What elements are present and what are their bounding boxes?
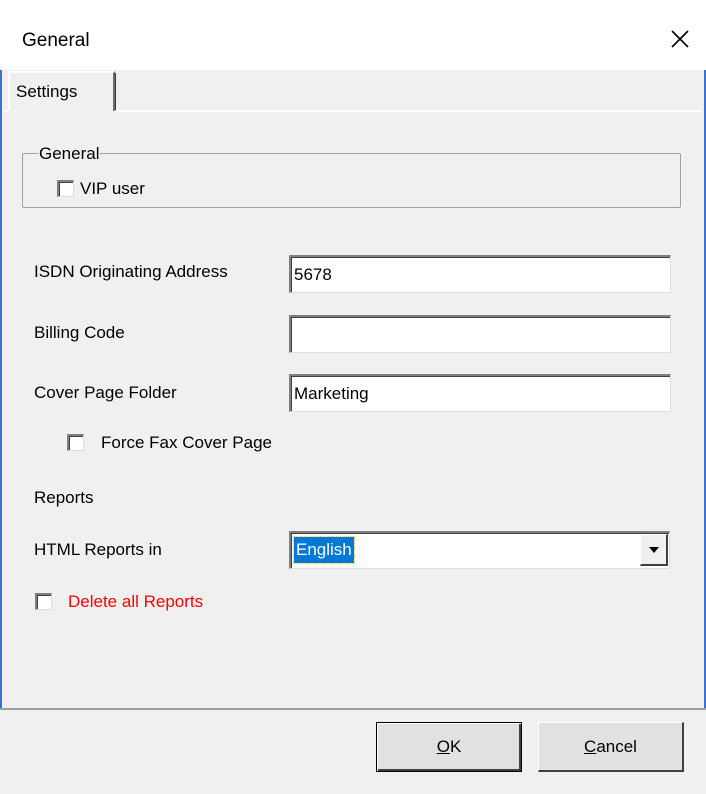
cover-page-folder-field[interactable]: Marketing: [289, 374, 671, 412]
selected-language: English: [293, 536, 355, 564]
dropdown-button[interactable]: [640, 534, 668, 566]
force-cover-page-label[interactable]: Force Fax Cover Page: [101, 433, 272, 453]
ok-mnemonic: O: [436, 737, 450, 756]
window-title: General: [22, 30, 90, 51]
button-bar-divider: [0, 708, 706, 710]
close-icon: [671, 30, 689, 48]
ok-button[interactable]: OK: [376, 722, 522, 772]
vip-user-label[interactable]: VIP user: [80, 179, 145, 199]
tab-settings-label: Settings: [16, 82, 78, 101]
delete-all-reports-label[interactable]: Delete all Reports: [68, 592, 203, 612]
isdn-label: ISDN Originating Address: [34, 262, 228, 281]
cover-page-folder-value: Marketing: [294, 383, 369, 403]
cancel-mnemonic: C: [584, 736, 597, 756]
title-bar: General: [0, 0, 706, 70]
billing-code-field[interactable]: [289, 315, 671, 353]
cancel-button[interactable]: Cancel: [538, 722, 684, 772]
ok-label-rest: K: [449, 737, 462, 756]
billing-code-label: Billing Code: [34, 323, 125, 342]
isdn-field[interactable]: 5678: [289, 255, 671, 293]
close-button[interactable]: [654, 14, 706, 64]
chevron-down-icon: [648, 546, 659, 553]
html-reports-label: HTML Reports in: [34, 540, 162, 559]
tab-page-border: [4, 110, 8, 112]
html-reports-language-select[interactable]: English: [289, 531, 670, 569]
vip-user-checkbox[interactable]: [57, 180, 74, 197]
isdn-value: 5678: [294, 264, 332, 284]
tab-edge: [115, 73, 116, 110]
general-group-legend: General: [38, 144, 101, 164]
reports-section-label: Reports: [34, 488, 94, 507]
delete-all-reports-checkbox[interactable]: [35, 593, 52, 610]
tab-page-border: [117, 110, 702, 112]
force-cover-page-checkbox[interactable]: [67, 434, 84, 451]
cover-page-folder-label: Cover Page Folder: [34, 383, 177, 402]
tab-settings[interactable]: Settings: [8, 71, 115, 111]
cancel-label-rest: ancel: [596, 736, 637, 756]
window-frame-left: [0, 70, 2, 710]
